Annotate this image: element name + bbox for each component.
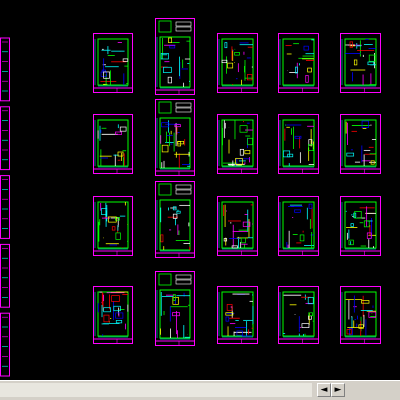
sheet-strip-left <box>0 37 10 377</box>
drawing-sheet-r3-c2[interactable] <box>155 181 195 258</box>
drawing-sheet-r3-c5[interactable] <box>340 196 381 256</box>
scroll-right-button[interactable]: ► <box>331 383 345 397</box>
drawing-sheet-r2-c1[interactable] <box>93 114 133 174</box>
drawing-sheet-r2-c5[interactable] <box>340 114 381 174</box>
drawing-sheet-r1-c5[interactable] <box>340 33 381 93</box>
drawing-sheet-r4-c4[interactable] <box>278 286 319 344</box>
drawing-sheet-r1-c2[interactable] <box>155 18 195 95</box>
drawing-sheet-r1-c3[interactable] <box>217 33 258 93</box>
drawing-sheet-r4-c1[interactable] <box>93 286 133 344</box>
drawing-sheet-r4-c5[interactable] <box>340 286 381 344</box>
drawing-sheet-r4-c3[interactable] <box>217 286 258 344</box>
scroll-left-button[interactable]: ◄ <box>317 383 331 397</box>
drawing-sheet-r1-c1[interactable] <box>93 33 133 93</box>
drawing-sheet-r3-c4[interactable] <box>278 196 319 256</box>
horizontal-scrollbar[interactable]: ◄ ► <box>0 380 400 400</box>
scrollbar-track[interactable] <box>0 383 312 397</box>
drawing-sheet-r3-c3[interactable] <box>217 196 258 256</box>
drawing-sheet-r2-c4[interactable] <box>278 114 319 174</box>
drawing-canvas[interactable] <box>0 0 400 380</box>
drawing-sheet-r2-c3[interactable] <box>217 114 258 174</box>
arrow-right-icon: ► <box>334 385 342 395</box>
drawing-sheet-r2-c2[interactable] <box>155 99 195 176</box>
drawing-sheet-r1-c4[interactable] <box>278 33 319 93</box>
drawing-sheet-r4-c2[interactable] <box>155 271 195 346</box>
arrow-left-icon: ◄ <box>320 385 328 395</box>
drawing-sheet-r3-c1[interactable] <box>93 196 133 256</box>
